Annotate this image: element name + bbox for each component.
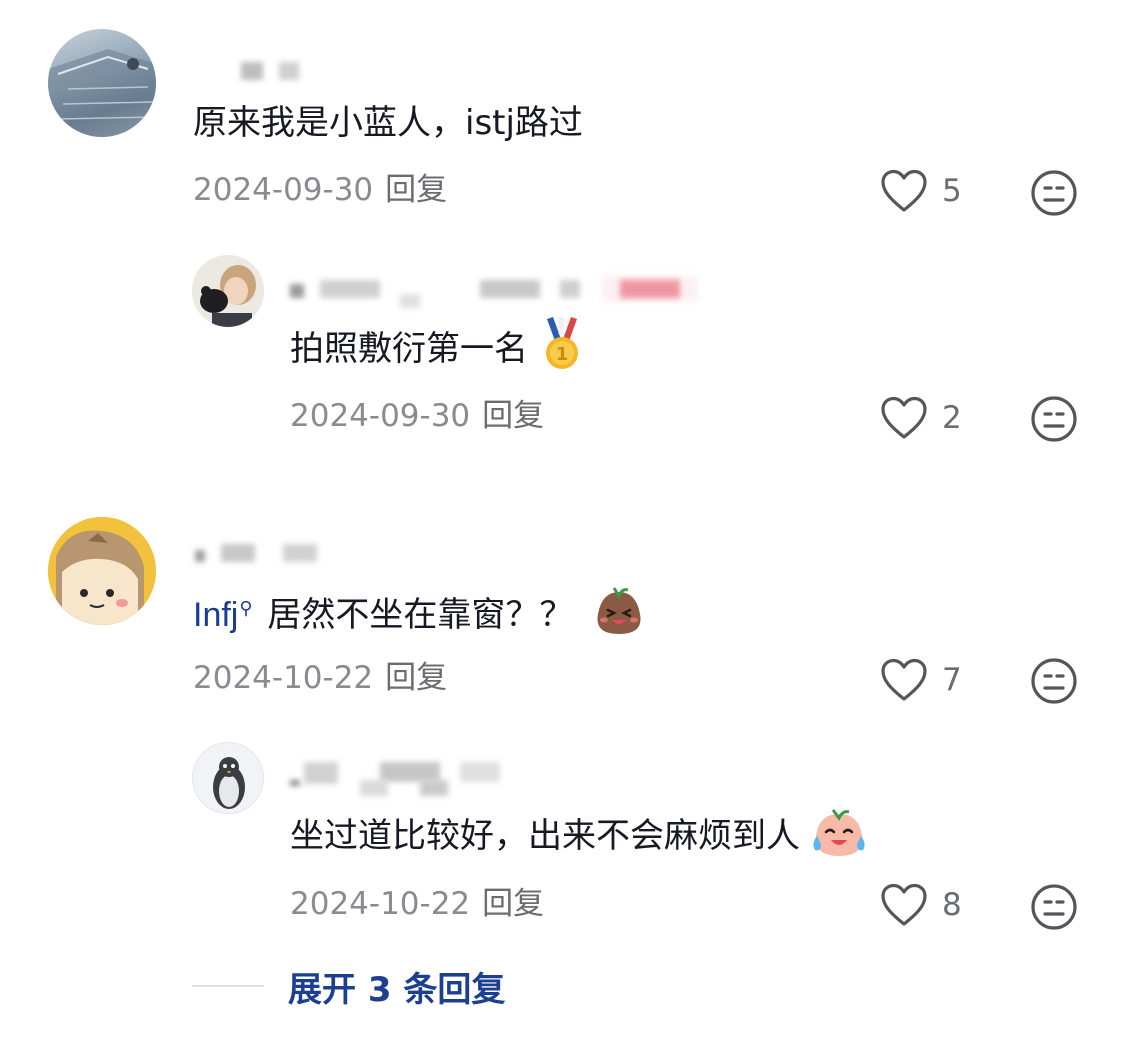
reply-button[interactable]: 回复 [385, 660, 447, 696]
comment-text-content: 居然不坐在靠窗？？ [267, 595, 574, 635]
reply-text: 坐过道比较好，出来不会麻烦到人 [290, 808, 869, 860]
username-blurred[interactable] [290, 760, 530, 796]
comment-date: 2024-09-30 [193, 172, 374, 208]
avatar[interactable] [192, 742, 264, 814]
comment-text: 原来我是小蓝人，istj路过 [193, 103, 583, 143]
comment-meta: 2024-09-30 回复 [193, 170, 447, 210]
reply-button[interactable]: 回复 [482, 886, 544, 922]
avatar[interactable] [48, 517, 156, 625]
heart-outline-icon [881, 396, 927, 439]
comment-text: Infj⚲ 居然不坐在靠窗？？ [193, 586, 646, 638]
avatar[interactable] [192, 255, 264, 327]
divider [192, 985, 264, 987]
like-count: 5 [942, 173, 962, 209]
reply-date: 2024-09-30 [290, 398, 471, 434]
like-count: 2 [942, 400, 962, 436]
search-icon: ⚲ [239, 598, 253, 618]
reply-meta: 2024-10-22 回复 [290, 884, 544, 924]
reply-text-content: 坐过道比较好，出来不会麻烦到人 [290, 816, 800, 856]
username-blurred[interactable] [195, 540, 335, 566]
heart-outline-icon [881, 658, 927, 701]
cartoon-avatar [48, 517, 156, 625]
meh-face-icon[interactable] [1030, 657, 1078, 705]
cute-cry-laugh-emoji [813, 808, 865, 856]
meh-face-icon[interactable] [1030, 883, 1078, 931]
gold-medal-icon: 1 [545, 316, 578, 369]
reply-date: 2024-10-22 [290, 886, 471, 922]
person-photo [192, 255, 264, 327]
mbti-label: Infj [193, 596, 239, 634]
comment-meta: 2024-10-22 回复 [193, 658, 447, 698]
reply-text-content: 拍照敷衍第一名 [290, 329, 528, 369]
heart-outline-icon [881, 883, 927, 926]
penguin-avatar [193, 743, 263, 813]
meh-face-icon[interactable] [1030, 395, 1078, 443]
cute-laugh-emoji [597, 586, 641, 634]
meh-face-icon[interactable] [1030, 169, 1078, 217]
mbti-tag[interactable]: Infj⚲ [193, 596, 253, 634]
comment-date: 2024-10-22 [193, 660, 374, 696]
avatar[interactable] [48, 29, 156, 137]
svg-text:1: 1 [556, 344, 569, 365]
like-button[interactable]: 5 [880, 166, 962, 216]
username-blurred[interactable] [205, 58, 325, 84]
username-blurred[interactable] [290, 276, 710, 308]
reply-meta: 2024-09-30 回复 [290, 396, 544, 436]
reply-text: 拍照敷衍第一名 1 [290, 316, 581, 371]
like-button[interactable]: 8 [880, 880, 962, 930]
like-button[interactable]: 2 [880, 393, 962, 443]
expand-replies-label: 展开 3 条回复 [288, 969, 506, 1010]
reply-button[interactable]: 回复 [482, 398, 544, 434]
like-count: 8 [942, 887, 962, 923]
heart-outline-icon [881, 169, 927, 212]
like-button[interactable]: 7 [880, 655, 962, 705]
building-photo [48, 49, 156, 137]
like-count: 7 [942, 662, 962, 698]
expand-replies-button[interactable]: 展开 3 条回复 [192, 962, 505, 1010]
reply-button[interactable]: 回复 [385, 172, 447, 208]
